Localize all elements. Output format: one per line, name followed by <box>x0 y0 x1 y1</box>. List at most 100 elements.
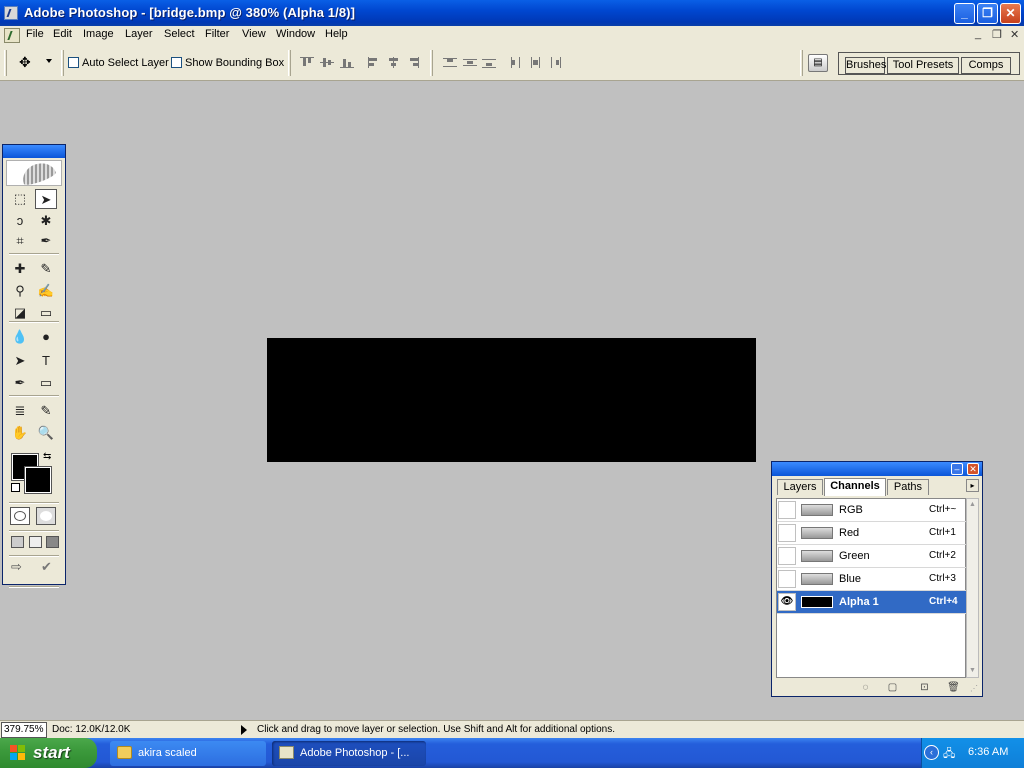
toolbox-titlebar[interactable] <box>3 145 65 158</box>
eyedropper-icon[interactable]: ✎ <box>35 401 57 421</box>
channel-list-scrollbar[interactable]: ▲ ▼ <box>966 498 979 678</box>
menu-edit[interactable]: Edit <box>53 28 72 40</box>
start-button[interactable]: start <box>0 738 97 768</box>
well-tab-comps[interactable]: Comps <box>961 57 1011 74</box>
menu-select[interactable]: Select <box>164 28 195 40</box>
load-channel-selection-icon[interactable]: ◌ <box>859 682 872 693</box>
visibility-eye-icon[interactable] <box>778 524 796 542</box>
full-screen-mode-icon[interactable] <box>46 536 59 548</box>
shape-icon[interactable]: ▭ <box>35 373 57 393</box>
distribute-left-icon[interactable] <box>510 57 524 68</box>
tab-channels[interactable]: Channels <box>824 478 886 496</box>
visibility-eye-icon[interactable]: 👁 <box>778 593 796 611</box>
show-bounding-box-checkbox[interactable] <box>171 57 182 68</box>
options-grip[interactable] <box>4 50 7 76</box>
crop-icon[interactable]: ⌗ <box>9 231 31 251</box>
quick-mask-mode-button[interactable] <box>36 507 56 525</box>
align-vertical-center-icon[interactable] <box>320 57 334 68</box>
photoshop-app-icon[interactable] <box>4 6 18 20</box>
move-tool-preset-icon[interactable]: ✥ <box>19 54 41 72</box>
menu-file[interactable]: File <box>26 28 44 40</box>
magic-wand-icon[interactable]: ✱ <box>35 211 57 231</box>
standard-screen-mode-icon[interactable] <box>11 536 24 548</box>
channel-row-blue[interactable]: Blue Ctrl+3 <box>777 568 966 591</box>
image-canvas[interactable] <box>267 338 756 462</box>
channel-row-red[interactable]: Red Ctrl+1 <box>777 522 966 545</box>
distribute-vertical-center-icon[interactable] <box>463 57 477 68</box>
document-icon[interactable] <box>4 28 20 43</box>
menu-filter[interactable]: Filter <box>205 28 229 40</box>
type-icon[interactable]: T <box>35 351 57 371</box>
align-horizontal-center-icon[interactable] <box>387 57 401 68</box>
align-top-icon[interactable] <box>300 57 314 68</box>
edit-in-imageready-icon[interactable]: ✔ <box>41 559 59 577</box>
visibility-eye-icon[interactable] <box>778 570 796 588</box>
menu-layer[interactable]: Layer <box>125 28 153 40</box>
hand-icon[interactable]: ✋ <box>9 423 31 443</box>
new-channel-icon[interactable]: ⊡ <box>918 682 931 693</box>
panel-minimize-button[interactable]: – <box>951 463 963 475</box>
clone-stamp-icon[interactable]: ⚲ <box>9 281 31 301</box>
menu-help[interactable]: Help <box>325 28 348 40</box>
slice-icon[interactable]: ✒ <box>35 231 57 251</box>
distribute-top-icon[interactable] <box>443 57 457 68</box>
doc-close-button[interactable]: ✕ <box>1010 28 1019 41</box>
doc-minimize-button[interactable]: _ <box>975 28 981 40</box>
scroll-up-icon[interactable]: ▲ <box>967 499 978 511</box>
lasso-icon[interactable]: ↄ <box>9 211 31 231</box>
photoshop-feather-logo[interactable] <box>6 160 62 186</box>
preset-dropdown-icon[interactable] <box>46 59 52 63</box>
standard-mode-button[interactable] <box>10 507 30 525</box>
zoom-level-field[interactable]: 379.75% <box>1 722 47 738</box>
brush-icon[interactable]: ✎ <box>35 259 57 279</box>
panel-titlebar[interactable]: – ✕ <box>772 462 982 476</box>
align-left-icon[interactable] <box>368 57 382 68</box>
well-tab-tool-presets[interactable]: Tool Presets <box>887 57 959 74</box>
maximize-button[interactable]: ❐ <box>977 3 998 24</box>
show-hidden-icons-icon[interactable]: ‹ <box>924 745 939 760</box>
tab-paths[interactable]: Paths <box>887 479 929 495</box>
align-right-icon[interactable] <box>406 57 420 68</box>
jump-to-imageready-icon[interactable]: ⇨ <box>11 559 37 577</box>
history-brush-icon[interactable]: ✍ <box>35 281 57 301</box>
minimize-button[interactable]: _ <box>954 3 975 24</box>
save-selection-as-channel-icon[interactable]: ▢ <box>886 682 899 693</box>
blur-icon[interactable]: 💧 <box>9 327 31 347</box>
network-icon[interactable]: 🖧 <box>943 745 960 760</box>
visibility-eye-icon[interactable] <box>778 501 796 519</box>
marquee-icon[interactable]: ⬚ <box>9 189 31 209</box>
dodge-icon[interactable]: ● <box>35 327 57 347</box>
resize-grip-icon[interactable]: ⋰ <box>970 684 978 693</box>
task-akira-scaled[interactable]: akira scaled <box>110 741 266 766</box>
channel-row-rgb[interactable]: RGB Ctrl+~ <box>777 499 966 522</box>
status-menu-arrow-icon[interactable] <box>241 725 247 735</box>
panel-close-button[interactable]: ✕ <box>967 463 979 475</box>
menu-window[interactable]: Window <box>276 28 315 40</box>
eraser-icon[interactable]: ◪ <box>9 303 31 323</box>
move-icon[interactable]: ➤ <box>35 189 57 209</box>
task-adobe-photoshop[interactable]: Adobe Photoshop - [... <box>272 741 426 766</box>
zoom-icon[interactable]: 🔍 <box>35 423 57 443</box>
healing-brush-icon[interactable]: ✚ <box>9 259 31 279</box>
visibility-eye-icon[interactable] <box>778 547 796 565</box>
channel-row-green[interactable]: Green Ctrl+2 <box>777 545 966 568</box>
title-bar[interactable]: Adobe Photoshop - [bridge.bmp @ 380% (Al… <box>0 0 1024 26</box>
distribute-horizontal-center-icon[interactable] <box>529 57 543 68</box>
panel-menu-button[interactable]: ▸ <box>966 479 979 492</box>
default-colors-icon[interactable] <box>11 483 20 492</box>
background-color-swatch[interactable] <box>24 466 52 494</box>
tab-layers[interactable]: Layers <box>777 479 823 495</box>
auto-select-layer-checkbox[interactable] <box>68 57 79 68</box>
well-tab-brushes[interactable]: Brushes <box>845 57 886 74</box>
path-select-icon[interactable]: ➤ <box>9 351 31 371</box>
channel-row-alpha-1[interactable]: 👁 Alpha 1 Ctrl+4 <box>777 591 966 614</box>
menu-image[interactable]: Image <box>83 28 114 40</box>
swap-colors-icon[interactable]: ⇆ <box>43 451 51 462</box>
file-browser-icon[interactable]: ▤ <box>808 54 828 72</box>
close-button[interactable]: ✕ <box>1000 3 1021 24</box>
full-screen-menu-mode-icon[interactable] <box>29 536 42 548</box>
scroll-down-icon[interactable]: ▼ <box>967 665 978 677</box>
notes-icon[interactable]: ≣ <box>9 401 31 421</box>
doc-restore-button[interactable]: ❐ <box>992 28 1002 41</box>
distribute-right-icon[interactable] <box>548 57 562 68</box>
